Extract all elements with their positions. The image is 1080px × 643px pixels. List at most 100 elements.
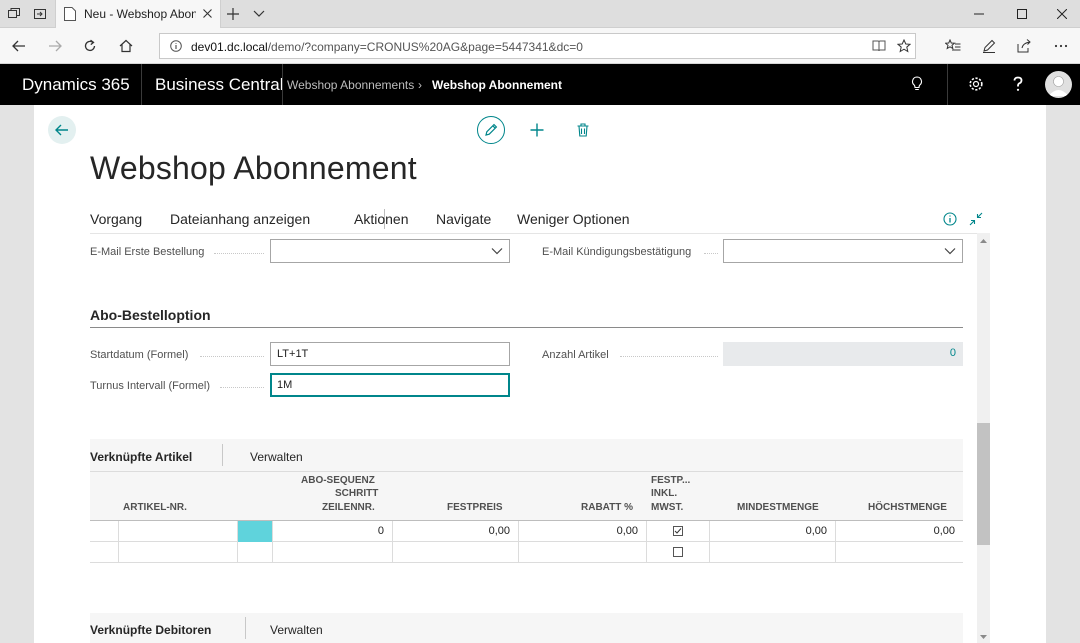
incl-vat-cell[interactable] [647,542,710,563]
grid-header: ARTIKEL-NR. ABO-SEQUENZ SCHRITT ZEILENNR… [90,471,963,521]
favorite-star-icon[interactable] [896,38,912,56]
maximize-icon[interactable] [1008,4,1036,24]
favorites-list-icon[interactable] [942,36,964,56]
incl-vat-checkbox[interactable] [673,547,683,557]
back-arrow-icon[interactable] [48,116,76,144]
info-icon[interactable] [941,210,959,228]
close-window-icon[interactable] [1048,4,1076,24]
help-icon[interactable] [1007,73,1029,95]
close-tab-icon[interactable] [200,6,214,20]
scroll-up-icon[interactable] [977,235,990,247]
table-row[interactable]: 0 0,00 0,00 0,00 0,00 [90,521,963,542]
table-row[interactable] [90,542,963,563]
menu-navigate[interactable]: Navigate [436,211,491,227]
col-header-discount[interactable]: RABATT % [581,501,633,514]
plus-icon[interactable] [523,116,551,144]
pencil-icon[interactable] [477,116,505,144]
incl-vat-cell[interactable] [647,521,710,542]
item-no-cell[interactable] [119,521,238,542]
email-cancel-select[interactable] [723,239,963,263]
chevron-down-icon [944,248,956,255]
max-qty-cell[interactable] [836,542,963,563]
scroll-down-icon[interactable] [977,631,990,643]
discount-cell[interactable]: 0,00 [519,521,647,542]
scroll-thumb[interactable] [977,423,990,545]
tab-list-chevron-icon[interactable] [248,4,270,24]
lightbulb-icon[interactable] [906,73,928,95]
menu-weniger-optionen[interactable]: Weniger Optionen [517,211,630,227]
col-header-incl-vat-line2[interactable]: INKL. [651,487,677,500]
linked-items-title[interactable]: Verknüpfte Artikel [90,450,192,464]
product-name[interactable]: Dynamics 365 [22,75,130,95]
linked-items-manage-button[interactable]: Verwalten [250,450,303,464]
linked-customers-title[interactable]: Verknüpfte Debitoren [90,623,211,637]
set-tabs-aside-icon[interactable] [29,4,51,24]
more-menu-icon[interactable] [1050,36,1072,56]
linked-customers-manage-button[interactable]: Verwalten [270,623,323,637]
start-date-input[interactable]: LT+1T [270,342,510,366]
subpage-divider [222,444,223,466]
trash-icon[interactable] [569,116,597,144]
breadcrumb-item-1[interactable]: Webshop Abonnements [287,78,414,92]
incl-vat-checkbox-checked[interactable] [673,526,683,536]
row-indicator-cell[interactable] [90,542,119,563]
breadcrumb-item-2: Webshop Abonnement [432,78,562,92]
col-header-min-qty[interactable]: MINDESTMENGE [737,501,819,514]
url-text: dev01.dc.local/demo/?company=CRONUS%20AG… [191,40,583,54]
label-dots [200,356,264,357]
appbar-separator [141,64,142,105]
share-icon[interactable] [1013,36,1035,56]
item-no-cell[interactable] [119,542,238,563]
email-first-order-label: E-Mail Erste Bestellung [90,246,205,258]
browser-tab-active[interactable]: Neu - Webshop Abonnement [55,0,221,28]
user-avatar-icon[interactable] [1045,71,1072,98]
col-header-fixed-price[interactable]: FESTPREIS [447,501,503,514]
col-header-seq-line3[interactable]: ZEILENNR. [322,501,375,514]
seq-cell[interactable]: 0 [273,521,393,542]
minimize-icon[interactable] [965,4,993,24]
item-count-label: Anzahl Artikel [542,349,609,361]
email-first-order-select[interactable] [270,239,510,263]
new-tab-icon[interactable] [222,4,244,24]
item-count-value[interactable]: 0 [723,342,963,366]
forward-icon[interactable] [44,36,66,56]
section-title-abo-bestelloption[interactable]: Abo-Bestelloption [90,307,211,323]
gear-icon[interactable] [965,73,987,95]
col-header-seq-line2[interactable]: SCHRITT [335,487,378,500]
email-cancel-label: E-Mail Kündigungsbestätigung [542,246,692,258]
fixed-price-cell[interactable] [393,542,519,563]
url-path: /demo/?company=CRONUS%20AG&page=5447341&… [267,40,583,54]
tab-overview-icon[interactable] [3,4,25,24]
info-site-icon[interactable] [170,40,182,55]
browser-address-bar: dev01.dc.local/demo/?company=CRONUS%20AG… [0,28,1080,64]
home-icon[interactable] [115,36,137,56]
row-indicator-cell[interactable] [90,521,119,542]
fixed-price-cell[interactable]: 0,00 [393,521,519,542]
reading-view-icon[interactable] [872,40,886,55]
discount-cell[interactable] [519,542,647,563]
collapse-icon[interactable] [967,210,985,228]
refresh-icon[interactable] [79,36,101,56]
col-header-seq-line1[interactable]: ABO-SEQUENZ [301,474,375,487]
selected-cell[interactable] [238,521,273,542]
subpage-divider [245,617,246,639]
app-name[interactable]: Business Central [155,75,284,95]
min-qty-cell[interactable] [710,542,836,563]
empty-cell[interactable] [238,542,273,563]
col-header-item-no[interactable]: ARTIKEL-NR. [123,501,187,514]
interval-input[interactable]: 1M [270,373,510,397]
col-header-incl-vat-line1[interactable]: FESTP... [651,474,690,487]
page-scrollbar[interactable] [977,233,990,643]
seq-cell[interactable] [273,542,393,563]
pen-notes-icon[interactable] [978,36,1000,56]
min-qty-cell[interactable]: 0,00 [710,521,836,542]
url-field[interactable]: dev01.dc.local/demo/?company=CRONUS%20AG… [159,33,916,59]
menu-vorgang[interactable]: Vorgang [90,211,142,227]
back-icon[interactable] [8,36,30,56]
menu-aktionen[interactable]: Aktionen [354,211,408,227]
interval-label: Turnus Intervall (Formel) [90,380,211,392]
max-qty-cell[interactable]: 0,00 [836,521,963,542]
col-header-max-qty[interactable]: HÖCHSTMENGE [868,501,947,514]
menu-dateianhang-anzeigen[interactable]: Dateianhang anzeigen [170,211,310,227]
col-header-incl-vat-line3[interactable]: MWST. [651,501,683,514]
